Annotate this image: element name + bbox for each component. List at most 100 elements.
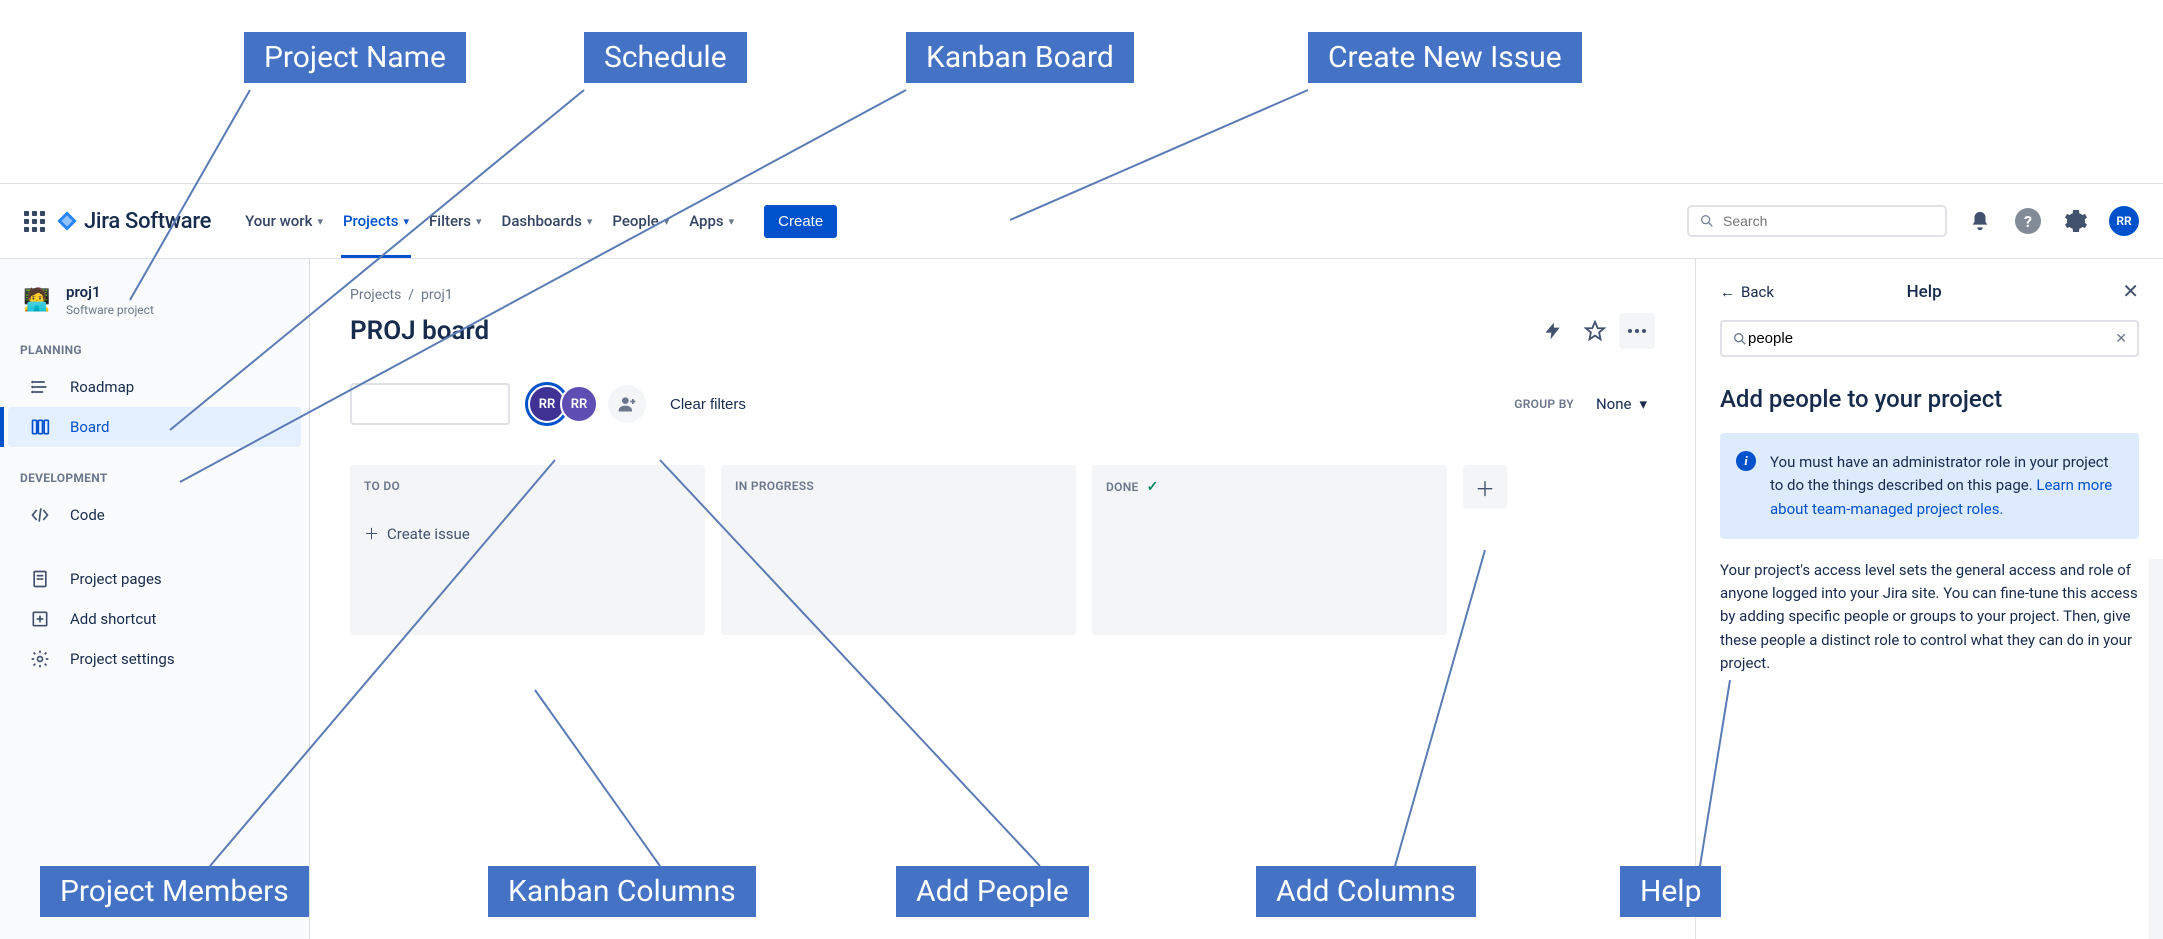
help-panel-title: Help xyxy=(1726,282,2122,302)
plus-icon: ＋ xyxy=(364,523,379,544)
star-icon[interactable] xyxy=(1577,313,1613,349)
kanban-column-in-progress: IN PROGRESS xyxy=(721,465,1076,635)
nav-people-label: People xyxy=(612,212,658,230)
nav-apps[interactable]: Apps ▾ xyxy=(679,184,744,258)
create-issue-button[interactable]: ＋ Create issue xyxy=(364,523,691,544)
more-menu-icon[interactable] xyxy=(1619,313,1655,349)
jira-logo[interactable]: Jira Software xyxy=(56,209,211,234)
notifications-icon[interactable] xyxy=(1965,206,1995,236)
roadmap-icon xyxy=(28,377,52,397)
app-switcher-icon[interactable] xyxy=(20,207,48,235)
sidebar: 🧑‍💻 proj1 Software project PLANNING Road… xyxy=(0,259,310,939)
close-icon[interactable]: ✕ xyxy=(2122,279,2139,304)
nav-people[interactable]: People ▾ xyxy=(602,184,679,258)
chevron-down-icon: ▾ xyxy=(587,215,593,228)
chevron-down-icon: ▾ xyxy=(317,215,323,228)
sidebar-item-add-shortcut[interactable]: Add shortcut xyxy=(8,599,301,639)
clear-icon[interactable]: ✕ xyxy=(2115,331,2127,347)
nav-apps-label: Apps xyxy=(689,212,723,230)
jira-diamond-icon xyxy=(56,210,78,232)
sidebar-item-label: Add shortcut xyxy=(70,610,156,628)
help-article-body: Your project's access level sets the gen… xyxy=(1720,559,2139,675)
groupby-value: None xyxy=(1596,395,1632,413)
board-search[interactable] xyxy=(350,383,510,425)
sidebar-item-code[interactable]: Code xyxy=(8,495,301,535)
chevron-down-icon: ▾ xyxy=(404,215,410,228)
member-avatars: RR RR xyxy=(528,385,598,423)
add-column-button[interactable]: ＋ xyxy=(1463,465,1507,509)
kanban-column-done: DONE ✓ xyxy=(1092,465,1447,635)
callout-add-people: Add People xyxy=(896,866,1089,917)
add-people-button[interactable] xyxy=(608,385,646,423)
create-button[interactable]: Create xyxy=(764,205,837,238)
project-info: 🧑‍💻 proj1 Software project xyxy=(0,283,309,317)
callout-kanban-board: Kanban Board xyxy=(906,32,1134,83)
column-title: IN PROGRESS xyxy=(735,479,1062,493)
nav-filters[interactable]: Filters ▾ xyxy=(419,184,492,258)
gear-icon xyxy=(28,649,52,669)
sidebar-item-label: Project settings xyxy=(70,650,175,668)
sidebar-item-board[interactable]: Board xyxy=(8,407,301,447)
top-navigation: Jira Software Your work ▾ Projects ▾ Fil… xyxy=(0,183,2163,259)
scrollbar[interactable] xyxy=(2149,559,2163,939)
nav-dashboards[interactable]: Dashboards ▾ xyxy=(492,184,603,258)
board-search-input[interactable] xyxy=(362,396,543,412)
section-planning: PLANNING xyxy=(0,343,309,357)
plus-icon: ＋ xyxy=(1475,473,1495,502)
breadcrumb-project[interactable]: proj1 xyxy=(421,287,453,303)
nav-dashboards-label: Dashboards xyxy=(502,212,582,230)
search-icon xyxy=(1732,331,1748,347)
global-search-input[interactable] xyxy=(1723,213,1935,229)
jira-logo-text: Jira Software xyxy=(84,209,211,234)
user-avatar[interactable]: RR xyxy=(2109,206,2139,236)
callout-add-columns: Add Columns xyxy=(1256,866,1476,917)
kanban-columns: TO DO ＋ Create issue IN PROGRESS DONE ✓ … xyxy=(350,465,1655,635)
sidebar-item-label: Roadmap xyxy=(70,378,134,396)
board-title: PROJ board xyxy=(350,316,1529,346)
chevron-down-icon: ▾ xyxy=(729,215,735,228)
groupby-select[interactable]: None ▾ xyxy=(1588,389,1655,419)
help-article-heading: Add people to your project xyxy=(1720,385,2139,413)
page-icon xyxy=(28,569,52,589)
sidebar-item-project-settings[interactable]: Project settings xyxy=(8,639,301,679)
breadcrumb-projects[interactable]: Projects xyxy=(350,287,401,303)
help-search[interactable]: ✕ xyxy=(1720,320,2139,357)
nav-projects-label: Projects xyxy=(343,212,399,230)
sidebar-item-project-pages[interactable]: Project pages xyxy=(8,559,301,599)
add-shortcut-icon xyxy=(28,609,52,629)
breadcrumb: Projects / proj1 xyxy=(350,287,1655,303)
help-search-input[interactable] xyxy=(1748,330,2115,347)
code-icon xyxy=(28,505,52,525)
member-avatar[interactable]: RR xyxy=(560,385,598,423)
nav-projects[interactable]: Projects ▾ xyxy=(333,184,419,258)
groupby-label: GROUP BY xyxy=(1514,397,1574,411)
nav-your-work-label: Your work xyxy=(245,212,312,230)
sidebar-item-roadmap[interactable]: Roadmap xyxy=(8,367,301,407)
board-icon xyxy=(28,417,52,437)
chevron-down-icon: ▾ xyxy=(476,215,482,228)
callout-project-members: Project Members xyxy=(40,866,309,917)
callout-create-new-issue: Create New Issue xyxy=(1308,32,1582,83)
nav-filters-label: Filters xyxy=(429,212,471,230)
help-icon[interactable]: ? xyxy=(2013,206,2043,236)
sidebar-item-label: Board xyxy=(70,418,109,436)
callout-kanban-columns: Kanban Columns xyxy=(488,866,756,917)
clear-filters-button[interactable]: Clear filters xyxy=(670,396,746,413)
help-panel: ← Back Help ✕ ✕ Add people to your proje… xyxy=(1695,259,2163,939)
column-title: DONE xyxy=(1106,480,1139,494)
create-issue-label: Create issue xyxy=(387,525,470,543)
nav-your-work[interactable]: Your work ▾ xyxy=(235,184,333,258)
automation-icon[interactable] xyxy=(1535,313,1571,349)
settings-icon[interactable] xyxy=(2061,206,2091,236)
sidebar-item-label: Code xyxy=(70,506,105,524)
project-name: proj1 xyxy=(66,283,154,301)
callout-project-name: Project Name xyxy=(244,32,466,83)
sidebar-item-label: Project pages xyxy=(70,570,162,588)
main-content: Projects / proj1 PROJ board RR RR Clear … xyxy=(310,259,1695,939)
global-search[interactable] xyxy=(1687,205,1947,237)
chevron-down-icon: ▾ xyxy=(664,215,670,228)
project-type: Software project xyxy=(66,303,154,317)
person-plus-icon xyxy=(617,394,637,414)
check-icon: ✓ xyxy=(1147,479,1159,495)
callout-schedule: Schedule xyxy=(584,32,747,83)
